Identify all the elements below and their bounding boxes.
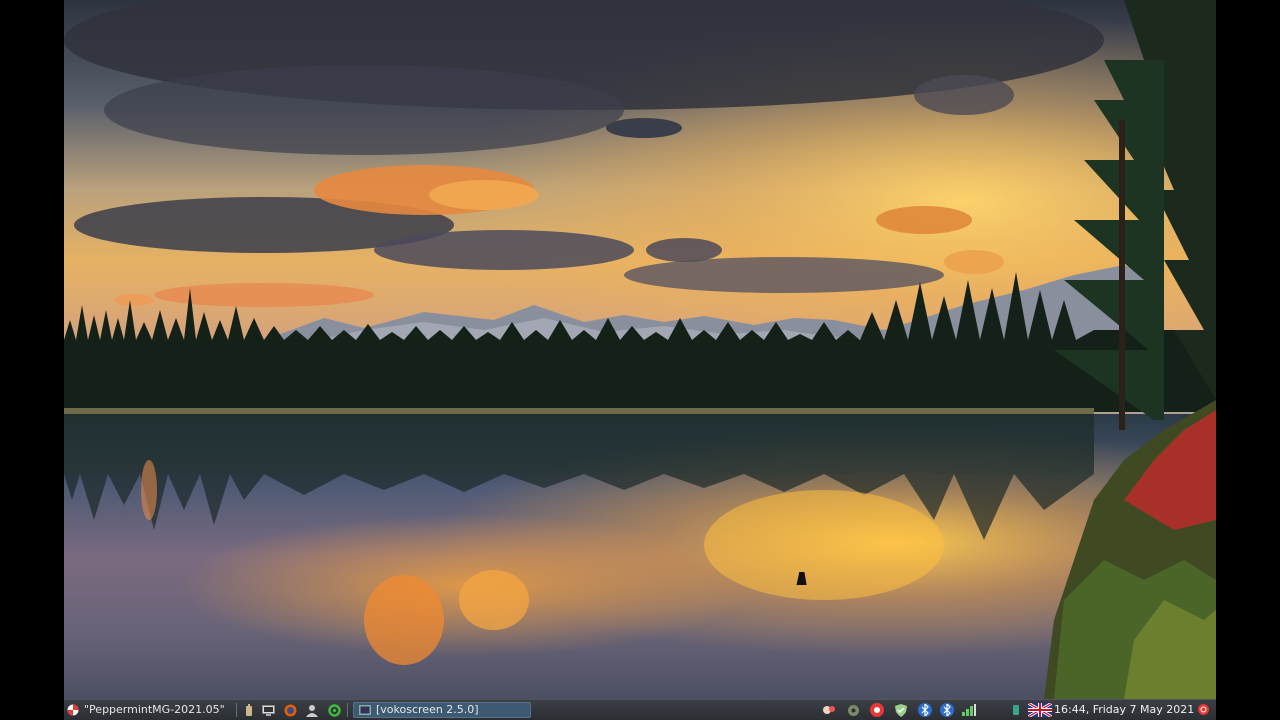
quicklaunch-firefox[interactable] xyxy=(283,702,297,718)
task-button-vokoscreen[interactable]: [vokoscreen 2.5.0] xyxy=(353,702,531,718)
bluetooth-icon[interactable] xyxy=(918,703,932,717)
quicklaunch-battery[interactable] xyxy=(242,702,256,718)
left-letterbox xyxy=(0,0,64,720)
quicklaunch-refresh[interactable] xyxy=(327,702,341,718)
record-icon[interactable] xyxy=(870,703,884,717)
uk-flag-icon[interactable] xyxy=(1028,703,1052,717)
window-title-label[interactable]: "PeppermintMG-2021.05" xyxy=(84,702,225,718)
taskbar-divider xyxy=(236,703,237,717)
desktop-wallpaper xyxy=(64,0,1216,699)
peppermint-logo-icon xyxy=(66,703,80,717)
network-icon[interactable] xyxy=(962,703,976,717)
terminal-icon xyxy=(261,703,275,717)
firefox-icon xyxy=(283,703,297,717)
menu-button[interactable] xyxy=(66,702,80,718)
settings-icon[interactable] xyxy=(846,703,860,717)
bluetooth-icon[interactable] xyxy=(940,703,954,717)
quicklaunch-user[interactable] xyxy=(305,702,319,718)
clock[interactable]: 16:44, Friday 7 May 2021 xyxy=(1054,702,1194,718)
weather-icon[interactable] xyxy=(822,703,836,717)
shield-icon[interactable] xyxy=(894,703,908,717)
refresh-icon xyxy=(327,703,341,717)
power-icon[interactable] xyxy=(1009,703,1023,717)
right-letterbox xyxy=(1216,0,1280,720)
vokoscreen-icon xyxy=(358,703,372,717)
user-icon xyxy=(305,703,319,717)
taskbar-divider xyxy=(347,703,348,717)
quicklaunch-terminal[interactable] xyxy=(261,702,275,718)
taskbar: "PeppermintMG-2021.05" [vokoscreen 2.5.0… xyxy=(64,699,1216,720)
power-button-icon[interactable] xyxy=(1198,704,1209,715)
battery-icon xyxy=(242,703,256,717)
